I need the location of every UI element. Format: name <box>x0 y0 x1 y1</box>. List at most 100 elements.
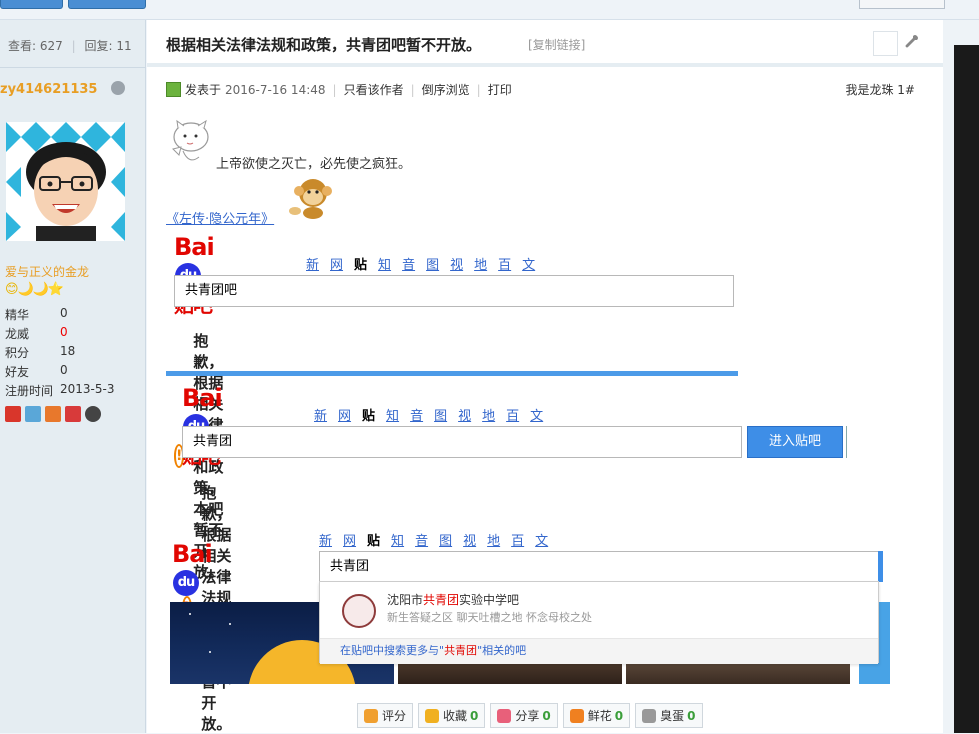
only-author-link[interactable]: 只看该作者 <box>344 81 404 98</box>
action-count: 0 <box>614 708 624 723</box>
meta-separator: | <box>410 82 415 97</box>
more-prefix: 在贴吧中搜索更多与" <box>340 644 445 657</box>
copy-link-button[interactable]: [复制链接] <box>528 36 585 53</box>
profile-value: 0 <box>60 363 68 377</box>
search-button-edge[interactable] <box>878 551 883 582</box>
action-count: 0 <box>687 708 696 723</box>
quote-text: 上帝欲使之灭亡，必先使之疯狂。 <box>216 157 412 172</box>
replies-count: 11 <box>116 39 132 53</box>
divider-bar <box>166 371 738 376</box>
profile-info: 精华 0 龙威 0 积分 18 好友 0 注册时间 2013-5-3 <box>5 306 114 401</box>
profile-row: 好友 0 <box>5 363 114 382</box>
action-icon <box>642 708 657 723</box>
cat-emoji-icon <box>172 119 209 161</box>
logo-du: du <box>173 570 199 596</box>
offline-status-icon <box>111 81 125 95</box>
medal-icon <box>25 406 41 422</box>
action-icon <box>497 708 512 723</box>
profile-row: 注册时间 2013-5-3 <box>5 382 114 401</box>
suggestion-name-suffix: 实验中学吧 <box>459 593 520 607</box>
thread-title: 根据相关法律法规和政策，共青团吧暂不开放。 <box>166 36 482 54</box>
user-icon <box>166 82 181 97</box>
print-link[interactable]: 打印 <box>488 81 512 98</box>
medal-icon <box>85 406 101 422</box>
action-label: 评分 <box>382 709 407 723</box>
zuozhuan-link[interactable]: 《左传·隐公元年》 <box>166 208 274 227</box>
author-sidebar: 查看: 627 | 回复: 11 zy414621135 爱与正义的金龙 😊🌙🌙… <box>0 20 146 733</box>
profile-key: 精华 <box>5 308 30 322</box>
suggestion-name-highlight: 共青团 <box>423 593 460 607</box>
wrench-icon[interactable] <box>904 34 920 50</box>
search-suggestion-dropdown: 沈阳市共青团实验中学吧 新生答疑之区 聊天吐槽之地 怀念母校之处 在贴吧中搜索更… <box>319 581 879 664</box>
post-content: 根据相关法律法规和政策，共青团吧暂不开放。 [复制链接] 发表于 2016-7-… <box>147 20 943 733</box>
avatar-image <box>6 122 125 241</box>
thread-stats: 查看: 627 | 回复: 11 <box>8 37 132 54</box>
author-name-link[interactable]: zy414621135 <box>0 82 97 97</box>
page-scrollbar[interactable] <box>954 45 979 733</box>
top-tab-button[interactable] <box>0 0 63 9</box>
button-edge <box>846 426 847 458</box>
action-label: 鲜花 <box>587 709 612 723</box>
profile-value: 18 <box>60 344 76 358</box>
user-title: 爱与正义的金龙 <box>5 265 90 279</box>
post-meta: 发表于 2016-7-16 14:48 | 只看该作者 | 倒序浏览 | 打印 <box>166 81 512 98</box>
views-label: 查看: <box>8 39 37 53</box>
profile-key: 积分 <box>5 346 30 360</box>
action-label: 臭蛋 <box>660 709 685 723</box>
thread-header: 根据相关法律法规和政策，共青团吧暂不开放。 [复制链接] <box>147 20 943 67</box>
avatar[interactable] <box>6 122 125 241</box>
action-label: 收藏 <box>443 709 468 723</box>
posted-on-label: 发表于 <box>185 83 222 97</box>
medal-list <box>5 406 101 422</box>
action-button[interactable]: 收藏 0 <box>418 703 486 728</box>
monkey-emoji-icon <box>289 179 332 219</box>
action-label: 分享 <box>515 709 540 723</box>
action-button[interactable]: 分享 0 <box>490 703 558 728</box>
profile-value: 2013-5-3 <box>60 382 115 396</box>
profile-key: 好友 <box>5 365 30 379</box>
views-count: 627 <box>39 39 63 53</box>
post-floor[interactable]: 我是龙珠 1# <box>845 81 915 98</box>
suggestion-item[interactable]: 沈阳市共青团实验中学吧 <box>387 591 519 608</box>
tieba-search-input[interactable]: 共青团 <box>319 551 879 582</box>
action-icon <box>425 708 440 723</box>
post-action-bar: 评分 收藏 0 分享 0 鲜花 0 臭蛋 0 <box>357 703 703 728</box>
medal-icon <box>65 406 81 422</box>
medal-icon <box>45 406 61 422</box>
action-count: 0 <box>470 708 479 723</box>
top-tab-button[interactable] <box>68 0 146 9</box>
suggestion-description: 新生答疑之区 聊天吐槽之地 怀念母校之处 <box>387 611 592 624</box>
action-icon <box>569 708 584 723</box>
action-button[interactable]: 鲜花 0 <box>562 703 631 728</box>
post-date: 2016-7-16 14:48 <box>225 82 326 97</box>
meta-separator: | <box>476 82 481 97</box>
level-icon: 😊🌙🌙⭐ <box>5 282 64 297</box>
more-suffix: "相关的吧 <box>477 644 527 657</box>
enter-tieba-button[interactable]: 进入贴吧 <box>747 426 843 458</box>
profile-row: 精华 0 <box>5 306 114 325</box>
logo-bai: Bai <box>182 384 223 412</box>
profile-key: 注册时间 <box>5 384 54 398</box>
search-more-link[interactable]: 在贴吧中搜索更多与"共青团"相关的吧 <box>320 638 878 664</box>
more-highlight: 共青团 <box>444 644 478 657</box>
reverse-order-link[interactable]: 倒序浏览 <box>422 81 470 98</box>
logo-bai: Bai <box>174 233 215 261</box>
logo-bai: Bai <box>172 540 213 568</box>
profile-value: 0 <box>60 306 68 320</box>
meta-separator: | <box>332 82 337 97</box>
profile-row: 龙威 0 <box>5 325 114 344</box>
medal-icon <box>5 406 21 422</box>
top-toolbar <box>0 0 979 20</box>
profile-key: 龙威 <box>5 327 30 341</box>
school-logo-icon <box>342 594 376 628</box>
profile-row: 积分 18 <box>5 344 114 363</box>
suggestion-name-prefix: 沈阳市 <box>387 593 424 607</box>
profile-value: 0 <box>60 325 68 339</box>
tieba-search-input[interactable]: 共青团 <box>182 426 742 458</box>
tieba-search-input[interactable]: 共青团吧 <box>174 275 734 307</box>
header-icon-box[interactable] <box>873 31 898 56</box>
sidebar-divider <box>0 67 146 68</box>
action-button[interactable]: 臭蛋 0 <box>635 703 703 728</box>
action-button[interactable]: 评分 <box>357 703 414 728</box>
logout-button[interactable] <box>859 0 945 9</box>
